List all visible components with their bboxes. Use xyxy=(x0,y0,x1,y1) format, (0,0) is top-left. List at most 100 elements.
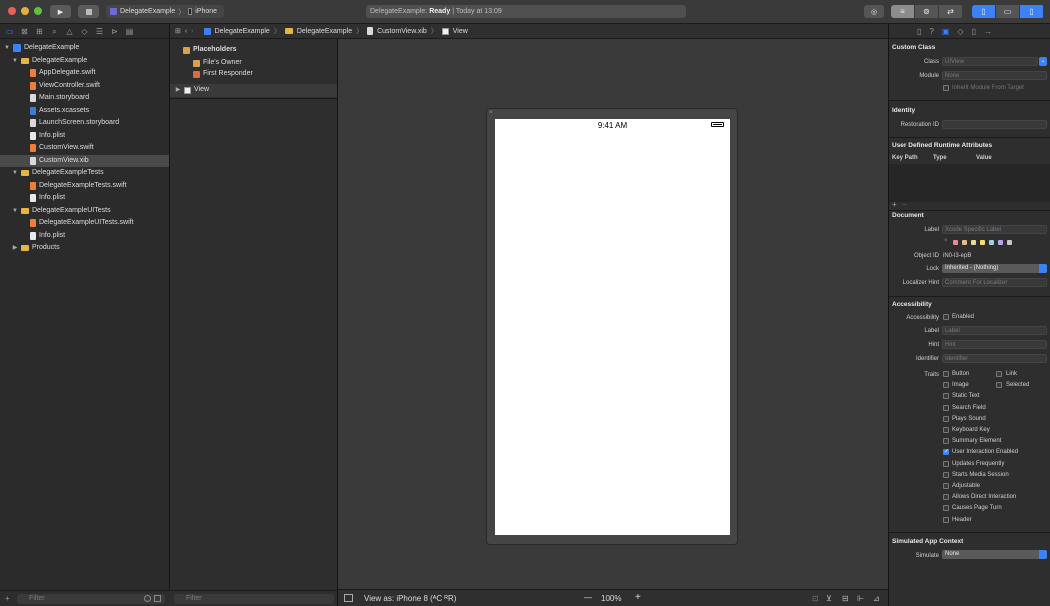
disclosure-open-icon[interactable]: ▼ xyxy=(4,42,10,55)
add-constraints-icon[interactable]: ⊩ xyxy=(857,594,864,603)
label-color-swatch[interactable] xyxy=(971,240,976,245)
debug-icon[interactable]: ☰ xyxy=(95,27,104,36)
standard-editor-icon[interactable]: ≡ xyxy=(891,5,915,18)
outline-first-responder[interactable]: First Responder xyxy=(193,68,253,81)
tree-row-file[interactable]: ViewController.swift xyxy=(30,80,100,93)
tree-row-file[interactable]: Info.plist xyxy=(30,192,65,205)
trait-checkbox[interactable] xyxy=(943,494,949,501)
assistant-editor-icon[interactable]: ⊚ xyxy=(915,5,939,18)
tree-row-file-selected[interactable]: CustomView.xib xyxy=(0,154,169,167)
zoom-window-button[interactable] xyxy=(34,7,42,15)
localizer-hint-field[interactable]: Comment For Localizer xyxy=(942,278,1047,287)
simulate-popup[interactable]: None xyxy=(942,550,1047,559)
label-color-swatch[interactable] xyxy=(1007,240,1012,245)
view-as-label[interactable]: View as: iPhone 8 (ᴬC ᴿR) xyxy=(364,594,456,603)
trait-checkbox[interactable] xyxy=(943,427,949,433)
panel-toggle-control[interactable]: ▯ ▭ ▯ xyxy=(972,5,1044,18)
label-color-swatch[interactable] xyxy=(962,240,967,245)
tree-row-file[interactable]: Info.plist xyxy=(30,130,65,143)
interface-builder-canvas[interactable]: × 9:41 AM xyxy=(338,39,888,589)
disclosure-closed-icon[interactable]: ▶ xyxy=(12,242,18,255)
trait-checkbox[interactable] xyxy=(943,460,949,467)
trait-checkbox[interactable] xyxy=(943,382,949,389)
disclosure-closed-icon[interactable]: ▶ xyxy=(175,84,181,97)
help-inspector-icon[interactable]: ? xyxy=(929,27,933,36)
test-icon[interactable]: ◇ xyxy=(80,27,89,36)
value-column[interactable]: Value xyxy=(976,155,992,161)
navigator-filter-input[interactable]: Filter xyxy=(17,594,165,604)
trait-checkbox[interactable] xyxy=(943,516,949,523)
toggle-inspector-icon[interactable]: ▯ xyxy=(1020,5,1044,18)
trait-checkbox[interactable] xyxy=(943,438,949,445)
resolve-issues-icon[interactable]: ⊿ xyxy=(873,594,880,603)
document-label-field[interactable]: Xcode Specific Label xyxy=(942,225,1047,234)
identity-inspector-icon[interactable]: ▣ xyxy=(942,27,950,36)
tree-row-group[interactable]: ▶ Products xyxy=(12,242,60,255)
tree-row-file[interactable]: Info.plist xyxy=(30,230,65,243)
close-window-button[interactable] xyxy=(8,7,16,15)
device-frame[interactable]: × 9:41 AM xyxy=(486,108,738,545)
class-arrow-icon[interactable]: ⌄ xyxy=(1039,57,1047,66)
run-button[interactable]: ▶ xyxy=(50,5,71,18)
scheme-selector[interactable]: DelegateExample 〉 iPhone xyxy=(106,5,224,18)
editor-mode-control[interactable]: ≡ ⊚ ⇄ xyxy=(891,5,963,18)
size-inspector-icon[interactable]: ▯ xyxy=(972,27,976,36)
label-color-swatch[interactable] xyxy=(953,240,958,245)
trait-checkbox[interactable]: ✓ xyxy=(943,449,949,456)
runtime-attributes-table[interactable] xyxy=(889,164,1050,202)
update-frames-icon[interactable]: ⊡ xyxy=(812,594,819,603)
breadcrumb-group[interactable]: DelegateExample xyxy=(297,28,352,35)
tree-row-file[interactable]: DelegateExampleTests.swift xyxy=(30,180,127,193)
disclosure-open-icon[interactable]: ▼ xyxy=(12,205,18,218)
version-editor-icon[interactable]: ⇄ xyxy=(939,5,963,18)
custom-view[interactable]: 9:41 AM xyxy=(495,119,730,535)
toggle-debug-area-icon[interactable]: ▭ xyxy=(996,5,1020,18)
symbol-icon[interactable]: ⊞ xyxy=(35,27,44,36)
tree-row-file[interactable]: CustomView.swift xyxy=(30,142,94,155)
module-field[interactable]: None xyxy=(942,71,1047,80)
keypath-column[interactable]: Key Path xyxy=(892,155,918,161)
breakpoint-icon[interactable]: ⊳ xyxy=(110,27,119,36)
zoom-in-button[interactable]: + xyxy=(635,592,641,603)
label-color-swatch[interactable] xyxy=(980,240,985,245)
forward-icon[interactable]: › xyxy=(191,28,193,35)
clear-color-swatch[interactable]: × xyxy=(944,238,948,244)
add-icon[interactable]: + xyxy=(5,594,10,603)
breadcrumb-file[interactable]: CustomView.xib xyxy=(377,28,427,35)
toggle-navigator-icon[interactable]: ▯ xyxy=(972,5,996,18)
folder-icon[interactable]: ▭ xyxy=(5,27,14,36)
lock-popup[interactable]: Inherited - (Nothing) xyxy=(942,264,1047,273)
add-attribute-icon[interactable]: + xyxy=(892,200,897,209)
outline-placeholders[interactable]: Placeholders xyxy=(183,44,237,57)
connections-inspector-icon[interactable]: → xyxy=(984,27,992,36)
trait-checkbox[interactable] xyxy=(943,371,949,377)
label-color-swatch[interactable] xyxy=(989,240,994,245)
related-items-icon[interactable]: ⊞ xyxy=(175,27,181,35)
file-inspector-icon[interactable]: ▯ xyxy=(917,27,921,36)
tree-row-file[interactable]: DelegateExampleUITests.swift xyxy=(30,217,134,230)
tree-row-group[interactable]: ▼ DelegateExample xyxy=(12,55,87,68)
breadcrumb-project[interactable]: DelegateExample xyxy=(215,28,270,35)
hint-field[interactable]: Hint xyxy=(942,340,1047,349)
trait-checkbox[interactable] xyxy=(943,404,949,411)
breadcrumb-view[interactable]: View xyxy=(453,28,468,35)
label-color-swatch[interactable] xyxy=(998,240,1003,245)
disclosure-open-icon[interactable]: ▼ xyxy=(12,55,18,68)
inherit-module-checkbox[interactable] xyxy=(943,85,949,91)
accessibility-enabled-checkbox[interactable] xyxy=(943,314,949,320)
outline-view-row[interactable]: ▶ View xyxy=(170,84,337,97)
type-column[interactable]: Type xyxy=(933,155,947,161)
acc-label-field[interactable]: Label xyxy=(942,326,1047,335)
modified-files-icon[interactable] xyxy=(154,595,161,602)
identifier-field[interactable]: Identifier xyxy=(942,354,1047,363)
tree-row-file[interactable]: LaunchScreen.storyboard xyxy=(30,117,119,130)
source-control-icon[interactable]: ⊠ xyxy=(20,27,29,36)
restoration-id-field[interactable] xyxy=(942,120,1047,129)
tree-row-file[interactable]: Main.storyboard xyxy=(30,92,89,105)
search-icon[interactable]: ⌕ xyxy=(50,27,59,36)
tree-row-project[interactable]: ▼ DelegateExample xyxy=(4,42,79,55)
minimize-window-button[interactable] xyxy=(21,7,29,15)
zoom-out-button[interactable]: — xyxy=(584,593,592,602)
disclosure-open-icon[interactable]: ▼ xyxy=(12,167,18,180)
tree-row-group[interactable]: ▼ DelegateExampleTests xyxy=(12,167,104,180)
